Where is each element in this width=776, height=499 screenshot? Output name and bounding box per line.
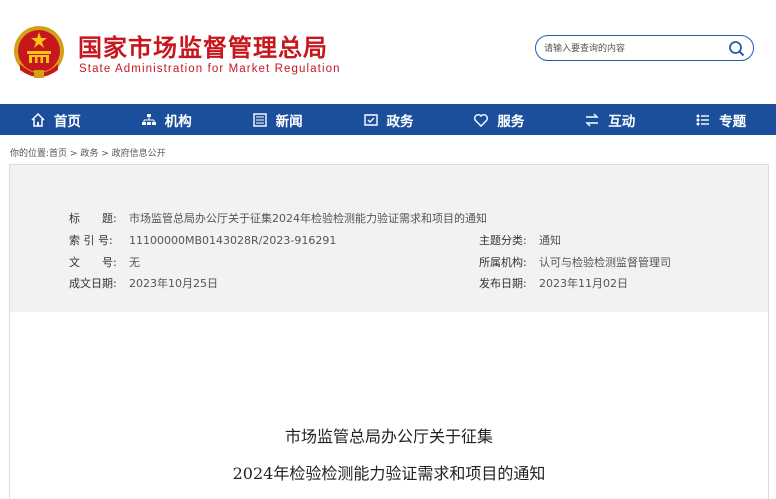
meta-docno-value: 无 — [129, 256, 140, 269]
breadcrumb-info-disclosure[interactable]: 政府信息公开 — [112, 149, 166, 159]
site-header: 国家市场监督管理总局 State Administration for Mark… — [0, 0, 776, 104]
org-icon — [141, 113, 156, 125]
document-meta-panel: 标 题: 市场监管总局办公厅关于征集2024年检验检测能力验证需求和项目的通知 索… — [10, 165, 768, 312]
document-title-line2: 2024年检验检测能力验证需求和项目的通知 — [232, 464, 546, 483]
search-box — [535, 35, 754, 61]
breadcrumb: 你的位置:首页 > 政务 > 政府信息公开 — [10, 146, 166, 159]
meta-category-label: 主题分类: — [479, 234, 527, 247]
nav-item-label: 新闻 — [275, 113, 303, 130]
breadcrumb-prefix: 你的位置: — [10, 149, 50, 159]
nav-item-affairs[interactable]: 政务 — [333, 104, 444, 135]
topic-icon — [696, 114, 710, 125]
nav-item-label: 专题 — [719, 113, 747, 130]
meta-title-value: 市场监管总局办公厅关于征集2024年检验检测能力验证需求和项目的通知 — [129, 212, 487, 225]
meta-index-row: 索 引 号: 11100000MB0143028R/2023-916291 — [69, 232, 336, 248]
main-nav: 首页 机构 新闻 政务 服务 互动 专题 — [0, 104, 776, 135]
nav-item-label: 互动 — [608, 113, 636, 130]
nav-item-label: 政务 — [386, 113, 414, 130]
article-container: 标 题: 市场监管总局办公厅关于征集2024年检验检测能力验证需求和项目的通知 索… — [9, 164, 769, 499]
meta-index-value: 11100000MB0143028R/2023-916291 — [129, 234, 337, 247]
search-icon[interactable] — [728, 40, 745, 57]
nav-item-interact[interactable]: 互动 — [554, 104, 665, 135]
nav-item-label: 服务 — [497, 113, 525, 130]
site-title-cn[interactable]: 国家市场监督管理总局 — [78, 28, 328, 63]
meta-date-label: 成文日期: — [69, 277, 117, 290]
breadcrumb-home[interactable]: 首页 — [49, 149, 67, 159]
heart-icon — [474, 113, 489, 127]
nav-item-topic[interactable]: 专题 — [665, 104, 776, 135]
breadcrumb-sep: > — [67, 149, 81, 159]
breadcrumb-sep: > — [98, 149, 112, 159]
meta-index-label: 索 引 号: — [69, 234, 113, 247]
meta-org-value: 认可与检验检测监督管理司 — [539, 256, 671, 269]
nav-item-service[interactable]: 服务 — [443, 104, 554, 135]
search-input[interactable] — [544, 40, 724, 57]
meta-pub-label: 发布日期: — [479, 277, 527, 290]
meta-pub-row: 发布日期: 2023年11月02日 — [479, 275, 628, 291]
nav-item-org[interactable]: 机构 — [111, 104, 222, 135]
meta-docno-row: 文 号: 无 — [69, 254, 140, 270]
meta-date-value: 2023年10月25日 — [129, 277, 218, 290]
meta-org-label: 所属机构: — [479, 256, 527, 269]
breadcrumb-affairs[interactable]: 政务 — [80, 149, 98, 159]
meta-docno-label: 文 号: — [69, 256, 117, 269]
meta-org-row: 所属机构: 认可与检验检测监督管理司 — [479, 254, 671, 270]
meta-title-label: 标 题: — [69, 212, 117, 225]
nav-item-home[interactable]: 首页 — [0, 104, 111, 135]
affairs-icon — [363, 113, 378, 126]
home-icon — [31, 112, 45, 127]
news-icon — [252, 112, 267, 127]
meta-category-value: 通知 — [539, 234, 561, 247]
meta-pub-value: 2023年11月02日 — [539, 277, 628, 290]
meta-category-row: 主题分类: 通知 — [479, 232, 561, 248]
national-emblem-icon — [14, 26, 64, 78]
nav-item-label: 机构 — [164, 113, 192, 130]
nav-item-news[interactable]: 新闻 — [222, 104, 333, 135]
swap-arrows-icon — [585, 113, 599, 126]
site-title-en: State Administration for Market Regulati… — [79, 63, 341, 75]
meta-title-row: 标 题: 市场监管总局办公厅关于征集2024年检验检测能力验证需求和项目的通知 — [69, 210, 487, 226]
nav-item-label: 首页 — [53, 113, 81, 130]
document-title-line1: 市场监管总局办公厅关于征集 — [284, 427, 493, 446]
meta-date-row: 成文日期: 2023年10月25日 — [69, 275, 218, 291]
